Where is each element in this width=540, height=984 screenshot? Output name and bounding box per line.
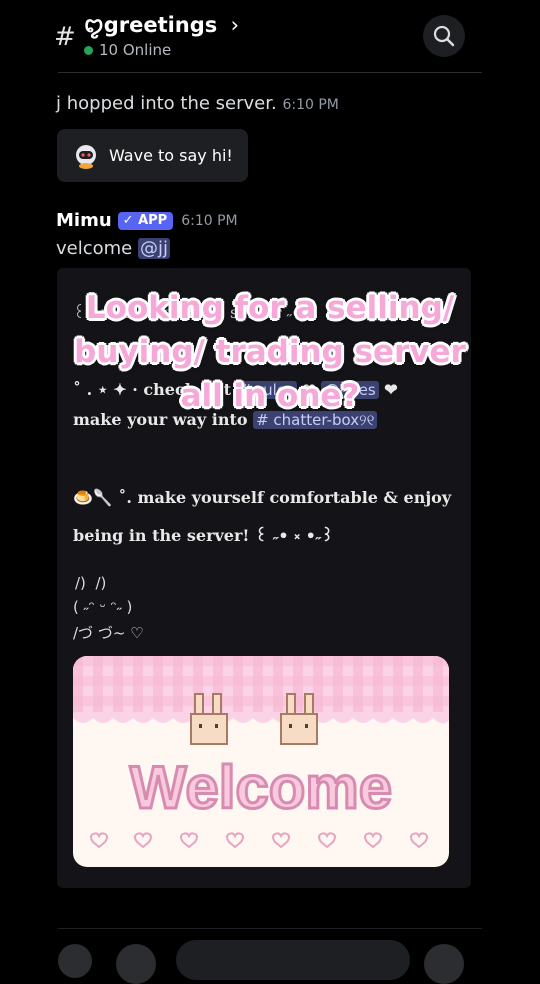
message-header: Mimu ✓ APP 6:10 PM bbox=[56, 210, 238, 231]
wave-button-label: Wave to say hi! bbox=[109, 146, 233, 165]
message-input[interactable] bbox=[176, 940, 410, 980]
join-message: j hopped into the server. 6:10 PM bbox=[56, 93, 339, 114]
apps-button[interactable] bbox=[58, 944, 92, 978]
app-badge-label: APP bbox=[138, 212, 168, 228]
kaomoji-line-1: /) /) bbox=[75, 574, 107, 592]
search-icon bbox=[433, 25, 455, 47]
online-count: 10 Online bbox=[99, 41, 172, 59]
user-mention[interactable]: @jj bbox=[137, 238, 170, 259]
message-content: velcome @jj bbox=[56, 238, 170, 259]
banner-welcome-text: Welcome bbox=[130, 754, 392, 821]
online-status: 10 Online bbox=[84, 41, 171, 59]
kaomoji-line-2: ( ˶ᵔ ᵕ ᵔ˶ ) bbox=[73, 598, 133, 616]
overlay-caption-line-3: all in one? bbox=[180, 378, 360, 414]
check-icon: ✓ bbox=[122, 212, 134, 228]
gift-button[interactable] bbox=[116, 944, 156, 984]
header-divider bbox=[58, 72, 482, 73]
channel-title[interactable]: ꨄgreetings › bbox=[84, 10, 239, 40]
overlay-caption-line-1: Looking for a selling/ bbox=[85, 290, 455, 326]
search-button[interactable] bbox=[423, 15, 465, 57]
online-dot-icon bbox=[84, 45, 93, 55]
message-text: velcome bbox=[56, 238, 133, 259]
welcome-banner-image[interactable]: Welcome bbox=[73, 656, 449, 867]
embed-line-5: being in the server! ꒰ ˶• ༝ •˶꒱ bbox=[73, 526, 334, 545]
robot-wave-icon bbox=[76, 144, 96, 169]
channel-name: ꨄgreetings bbox=[84, 13, 218, 37]
join-text: j hopped into the server. bbox=[56, 93, 277, 114]
voice-button[interactable] bbox=[424, 944, 464, 984]
composer-divider bbox=[58, 928, 482, 929]
wave-button[interactable]: Wave to say hi! bbox=[57, 129, 248, 182]
kaomoji-line-3: /づ づ~ ♡ bbox=[73, 624, 144, 642]
overlay-caption-line-2: buying/ trading server bbox=[74, 334, 466, 370]
join-timestamp: 6:10 PM bbox=[282, 97, 339, 113]
welcome-banner-graphic: Welcome bbox=[73, 656, 449, 867]
author-name[interactable]: Mimu bbox=[56, 210, 112, 231]
channel-hash-icon: # bbox=[54, 22, 76, 52]
chevron-right-icon: › bbox=[230, 13, 240, 37]
embed-line-4: 🍮🥄 ˚. make yourself comfortable & enjoy bbox=[73, 488, 452, 507]
app-badge: ✓ APP bbox=[117, 211, 174, 230]
message-timestamp: 6:10 PM bbox=[181, 212, 238, 229]
